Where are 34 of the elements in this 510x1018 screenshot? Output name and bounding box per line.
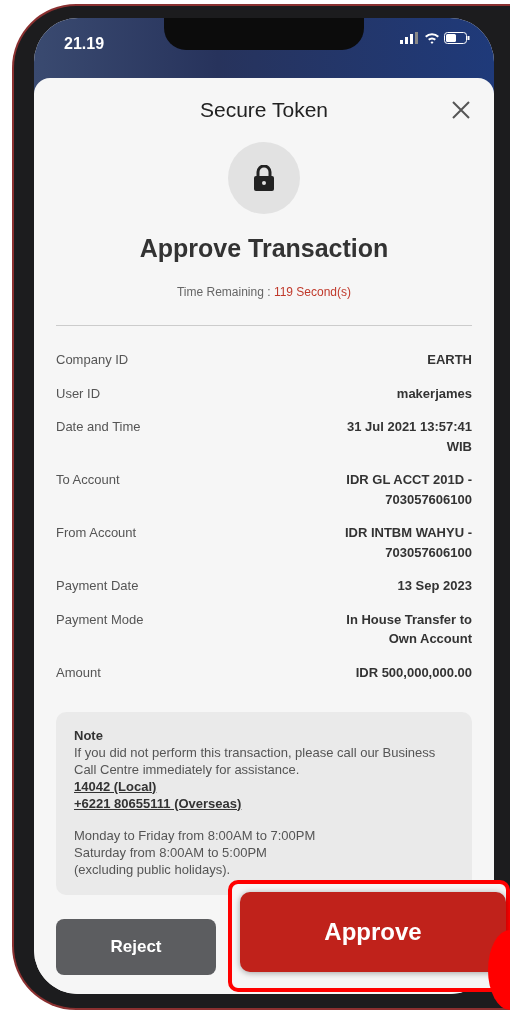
detail-label: Date and Time bbox=[56, 418, 141, 436]
detail-value: IDR 500,000,000.00 bbox=[355, 663, 472, 682]
hours-text: (excluding public holidays). bbox=[74, 862, 232, 880]
signal-icon bbox=[400, 32, 420, 44]
detail-label: From Account bbox=[56, 524, 137, 542]
detail-label: To Account bbox=[56, 471, 120, 489]
detail-value: IDR INTBM WAHYU - 703057606100 bbox=[343, 524, 472, 562]
hours-text: Monday to Friday from 8:00AM to 7:00PM bbox=[74, 828, 317, 846]
detail-value: 13 Sep 2023 bbox=[397, 577, 472, 595]
detail-value: EARTH bbox=[427, 351, 472, 369]
detail-label: Payment Date bbox=[56, 577, 139, 595]
status-time: 21.19 bbox=[64, 34, 105, 54]
lock-icon bbox=[253, 164, 275, 191]
detail-label: Company ID bbox=[56, 351, 129, 369]
note-text: If you did not perform this transaction, please call our Business Call Centre immediately for assistance. bbox=[74, 744, 437, 779]
time-remaining: Time Remaining : 119 Second(s) bbox=[175, 284, 353, 301]
detail-label: User ID bbox=[56, 384, 101, 403]
hours-text: Saturday from 8:00AM to 5:00PM bbox=[74, 845, 268, 863]
phone-link[interactable]: 14042 (Local) bbox=[74, 778, 157, 794]
detail-value: In House Transfer to Own Account bbox=[345, 610, 472, 648]
detail-label: Payment Mode bbox=[56, 610, 144, 629]
detail-value: 31 Jul 2021 13:57:41 WIB bbox=[345, 418, 472, 456]
battery-icon bbox=[444, 32, 470, 44]
detail-value: IDR GL ACCT 201D - 703057606100 bbox=[345, 471, 472, 509]
dialog-heading: Approve Transaction bbox=[138, 232, 390, 264]
approve-button[interactable]: Approve bbox=[240, 892, 506, 972]
close-icon[interactable] bbox=[452, 100, 470, 119]
wifi-icon bbox=[424, 32, 440, 44]
detail-label: Amount bbox=[56, 663, 101, 682]
reject-button[interactable]: Reject bbox=[56, 919, 216, 976]
sheet-title: Secure Token bbox=[200, 97, 328, 123]
detail-value: makerjames bbox=[396, 384, 472, 403]
note-title: Note bbox=[74, 728, 104, 745]
phone-link[interactable]: +6221 80655111 (Overseas) bbox=[74, 795, 242, 811]
